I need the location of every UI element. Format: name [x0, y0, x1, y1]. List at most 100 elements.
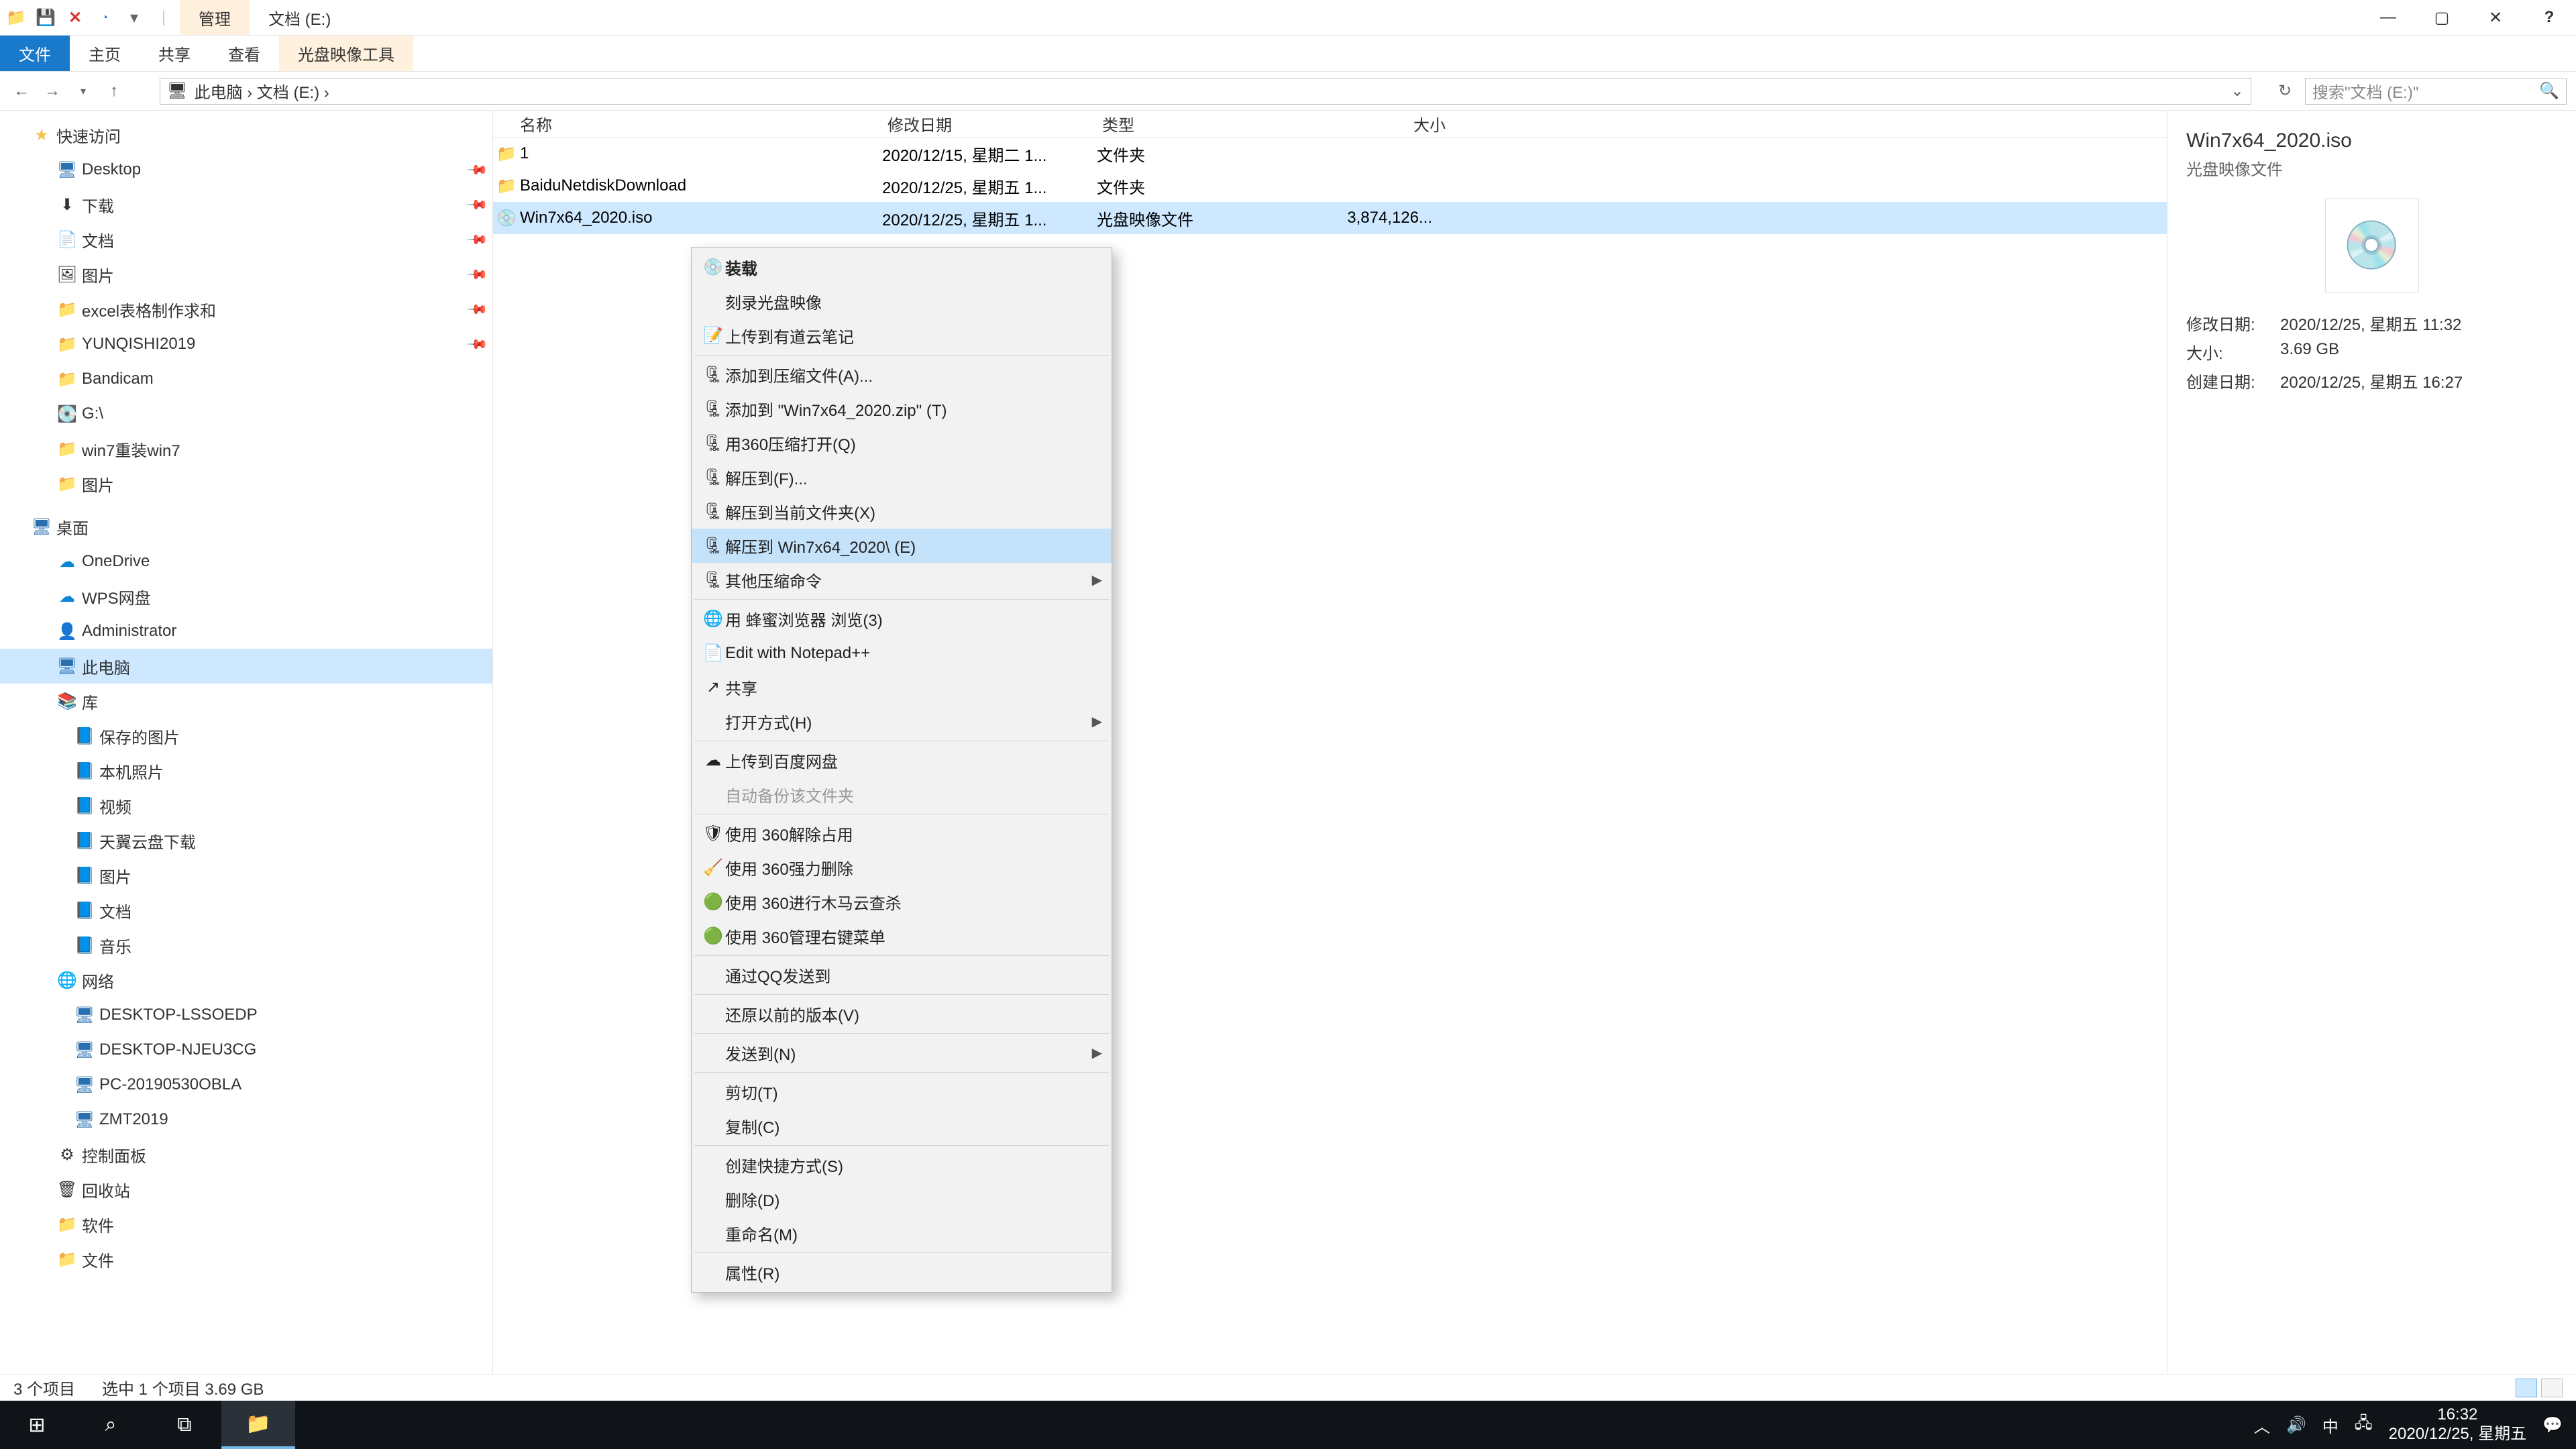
context-menu-item[interactable]: 删除(D) [692, 1182, 1112, 1216]
sidebar-pc4[interactable]: 🖥ZMT2019 [0, 1102, 492, 1137]
sidebar-thispc[interactable]: 🖥此电脑 [0, 649, 492, 684]
task-view-button[interactable]: ⧉ [148, 1401, 221, 1449]
context-menu-item[interactable]: 🧹使用 360强力删除 [692, 851, 1112, 885]
sidebar-music[interactable]: 📘音乐 [0, 928, 492, 963]
sidebar-yunqishi[interactable]: 📁YUNQISHI2019📌 [0, 327, 492, 362]
sidebar-files[interactable]: 📁文件 [0, 1242, 492, 1277]
sidebar-documents2[interactable]: 📘文档 [0, 893, 492, 928]
table-row[interactable]: 📁BaiduNetdiskDownload2020/12/25, 星期五 1..… [493, 170, 2167, 202]
tab-home[interactable]: 主页 [70, 36, 140, 71]
start-button[interactable]: ⊞ [0, 1401, 74, 1449]
sidebar-downloads[interactable]: ⬇下载📌 [0, 187, 492, 222]
context-menu-item[interactable]: 发送到(N)▶ [692, 1036, 1112, 1070]
context-menu-item[interactable]: 复制(C) [692, 1109, 1112, 1143]
sidebar-software[interactable]: 📁软件 [0, 1207, 492, 1242]
sidebar-wps[interactable]: ☁WPS网盘 [0, 579, 492, 614]
search-input[interactable]: 搜索"文档 (E:)" 🔍 [2305, 78, 2567, 105]
context-menu-item[interactable]: 剪切(T) [692, 1075, 1112, 1109]
contextual-tab-manage[interactable]: 管理 [180, 0, 250, 35]
tab-share[interactable]: 共享 [140, 36, 209, 71]
search-icon[interactable]: 🔍 [2539, 81, 2559, 101]
context-menu-item[interactable]: 🗜添加到压缩文件(A)... [692, 358, 1112, 392]
sidebar-documents[interactable]: 📄文档📌 [0, 222, 492, 257]
sidebar-quick-access[interactable]: ★快速访问 [0, 117, 492, 152]
sidebar-win7reinstall[interactable]: 📁win7重装win7 [0, 431, 492, 466]
save-icon[interactable]: 💾 [35, 7, 56, 28]
sidebar-network[interactable]: 🌐网络 [0, 963, 492, 998]
context-menu-item[interactable]: 重命名(M) [692, 1216, 1112, 1250]
sidebar-gdrive[interactable]: 💽G:\ [0, 396, 492, 431]
clock[interactable]: 16:32 2020/12/25, 星期五 [2389, 1405, 2526, 1444]
context-menu-item[interactable]: 🗜其他压缩命令▶ [692, 563, 1112, 597]
sidebar-videos[interactable]: 📘视频 [0, 788, 492, 823]
context-menu-item[interactable]: 🛡使用 360解除占用 [692, 816, 1112, 851]
sidebar-excel[interactable]: 📁excel表格制作求和📌 [0, 292, 492, 327]
volume-icon[interactable]: 🔊 [2286, 1415, 2306, 1435]
context-menu-item[interactable]: 🌐用 蜂蜜浏览器 浏览(3) [692, 602, 1112, 636]
context-menu-item[interactable]: 🗜解压到当前文件夹(X) [692, 494, 1112, 529]
help-icon[interactable]: ? [2522, 0, 2576, 35]
sidebar-tianyi[interactable]: 📘天翼云盘下载 [0, 823, 492, 858]
close-icon[interactable]: ✕ [64, 7, 86, 28]
context-menu-item[interactable]: 通过QQ发送到 [692, 958, 1112, 992]
sidebar-pictures[interactable]: 🖼图片📌 [0, 257, 492, 292]
breadcrumb-dropdown-icon[interactable]: ⌄ [2231, 81, 2244, 101]
sidebar-camera-roll[interactable]: 📘本机照片 [0, 753, 492, 788]
context-menu-item[interactable]: 创建快捷方式(S) [692, 1148, 1112, 1182]
context-menu-item[interactable]: 刻录光盘映像 [692, 284, 1112, 319]
column-modified[interactable]: 修改日期 [882, 112, 1097, 136]
context-menu-item[interactable]: 💿装载 [692, 250, 1112, 284]
breadcrumb-path[interactable]: 此电脑 › 文档 (E:) › [194, 79, 329, 103]
forward-button[interactable]: → [40, 79, 64, 103]
column-type[interactable]: 类型 [1097, 112, 1285, 136]
tab-file[interactable]: 文件 [0, 36, 70, 71]
context-menu-item[interactable]: 🗜解压到 Win7x64_2020\ (E) [692, 529, 1112, 563]
search-button[interactable]: ⌕ [74, 1401, 148, 1449]
action-center-icon[interactable]: 💬 [2542, 1415, 2563, 1435]
explorer-button[interactable]: 📁 [221, 1401, 295, 1449]
context-menu-item[interactable]: 🗜添加到 "Win7x64_2020.zip" (T) [692, 392, 1112, 426]
context-menu-item[interactable]: 打开方式(H)▶ [692, 704, 1112, 739]
sidebar-control-panel[interactable]: ⚙控制面板 [0, 1137, 492, 1172]
sidebar-administrator[interactable]: 👤Administrator [0, 614, 492, 649]
view-icons-button[interactable] [2541, 1379, 2563, 1397]
breadcrumb[interactable]: 🖥 此电脑 › 文档 (E:) › ⌄ [160, 78, 2251, 105]
sidebar-bandicam[interactable]: 📁Bandicam [0, 362, 492, 396]
context-menu-item[interactable]: ☁上传到百度网盘 [692, 743, 1112, 777]
table-row[interactable]: 💿Win7x64_2020.iso2020/12/25, 星期五 1...光盘映… [493, 202, 2167, 234]
network-icon[interactable]: 🖧 [2355, 1411, 2373, 1439]
context-menu-item[interactable]: 🟢使用 360管理右键菜单 [692, 919, 1112, 953]
column-name[interactable]: 名称 [493, 112, 882, 136]
sidebar-saved-pictures[interactable]: 📘保存的图片 [0, 718, 492, 753]
context-menu-item[interactable]: 🟢使用 360进行木马云查杀 [692, 885, 1112, 919]
context-menu-item[interactable]: ↗共享 [692, 670, 1112, 704]
tab-view[interactable]: 查看 [209, 36, 279, 71]
context-menu-item[interactable]: 📄Edit with Notepad++ [692, 636, 1112, 670]
sidebar-recycle[interactable]: 🗑回收站 [0, 1172, 492, 1207]
sidebar-desktop-root[interactable]: 🖥桌面 [0, 509, 492, 544]
qat-dropdown-icon[interactable]: ▾ [123, 7, 145, 28]
ime-indicator[interactable]: 中 [2322, 1413, 2339, 1437]
maximize-button[interactable]: ▢ [2415, 0, 2469, 35]
properties-icon[interactable]: ◔ [94, 7, 115, 28]
refresh-button[interactable]: ↻ [2271, 81, 2298, 101]
column-size[interactable]: 大小 [1285, 112, 1446, 136]
close-button[interactable]: ✕ [2469, 0, 2522, 35]
sidebar-pc3[interactable]: 🖥PC-20190530OBLA [0, 1067, 492, 1102]
table-row[interactable]: 📁12020/12/15, 星期二 1...文件夹 [493, 138, 2167, 170]
tab-disc-tools[interactable]: 光盘映像工具 [279, 36, 413, 71]
context-menu-item[interactable]: 🗜解压到(F)... [692, 460, 1112, 494]
sidebar-onedrive[interactable]: ☁OneDrive [0, 544, 492, 579]
context-menu-item[interactable]: 属性(R) [692, 1255, 1112, 1289]
minimize-button[interactable]: — [2361, 0, 2415, 35]
context-menu-item[interactable]: 🗜用360压缩打开(Q) [692, 426, 1112, 460]
sidebar-pictures3[interactable]: 📘图片 [0, 858, 492, 893]
sidebar-libraries[interactable]: 📚库 [0, 684, 492, 718]
sidebar-pictures2[interactable]: 📁图片 [0, 466, 492, 501]
context-menu-item[interactable]: 还原以前的版本(V) [692, 997, 1112, 1031]
view-details-button[interactable] [2516, 1379, 2537, 1397]
sidebar-pc1[interactable]: 🖥DESKTOP-LSSOEDP [0, 998, 492, 1032]
tray-chevron-icon[interactable]: ︿ [2254, 1413, 2270, 1437]
recent-dropdown-icon[interactable]: ▾ [71, 79, 95, 103]
sidebar-desktop[interactable]: 🖥Desktop📌 [0, 152, 492, 187]
